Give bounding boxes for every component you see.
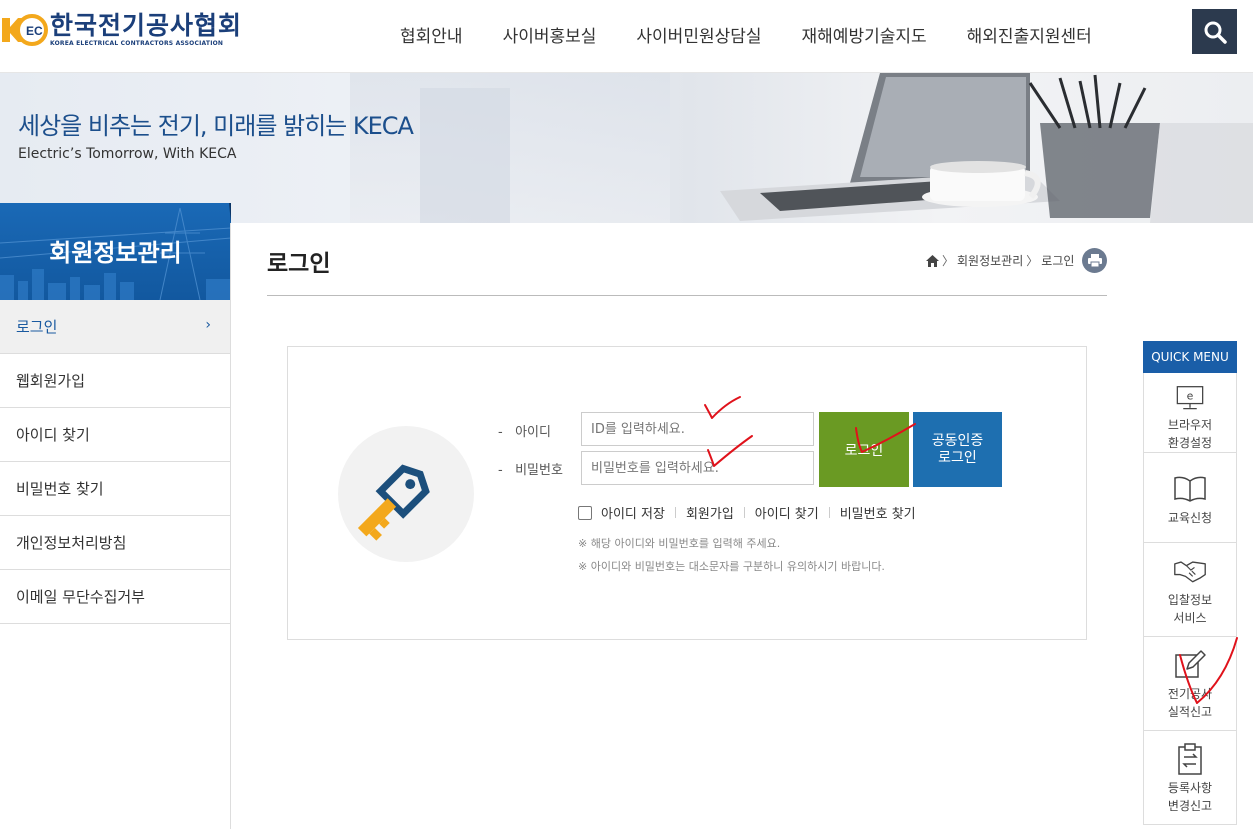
sidebar-title: 회원정보관리 — [0, 203, 231, 300]
sidebar-item-label: 아이디 찾기 — [16, 426, 90, 444]
password-label: - 비밀번호 — [498, 463, 563, 478]
cert-button-line1: 공동인증 — [931, 432, 984, 449]
sidebar-item-privacy[interactable]: 개인정보처리방침 — [0, 516, 231, 570]
quick-item-education[interactable]: 교육신청 — [1143, 453, 1237, 543]
login-panel: - 아이디 - 비밀번호 로그인 공동인증 로그인 아이디 저장 회원가입 아이… — [287, 346, 1087, 640]
save-id-checkbox[interactable] — [578, 505, 592, 520]
key-icon — [357, 464, 430, 541]
sidebar-divider — [230, 223, 231, 829]
print-button[interactable] — [1082, 248, 1107, 273]
quick-item-registration-change[interactable]: 등록사항 변경신고 — [1143, 731, 1237, 825]
book-icon — [1174, 476, 1206, 502]
signup-link[interactable]: 회원가입 — [686, 503, 734, 522]
handshake-icon — [1174, 561, 1206, 583]
quick-item-browser-settings[interactable]: e 브라우저 환경설정 — [1143, 373, 1237, 453]
password-input[interactable] — [581, 451, 814, 485]
sidebar-title-text: 회원정보관리 — [49, 239, 182, 267]
quick-item-label: 입찰정보 서비스 — [1167, 593, 1213, 625]
login-button[interactable]: 로그인 — [819, 412, 909, 487]
quick-menu-title: QUICK MENU — [1143, 341, 1237, 373]
logo-korean: 한국전기공사협회 — [50, 11, 243, 40]
nav-about[interactable]: 협회안내 — [400, 22, 463, 47]
quick-item-label: 전기공사 실적신고 — [1167, 687, 1213, 719]
sidebar-menu: 로그인 › 웹회원가입 아이디 찾기 비밀번호 찾기 개인정보처리방침 이메일 … — [0, 300, 231, 624]
page: EC 한국전기공사협회 KOREA ELECTRICAL CONTRACTORS… — [0, 0, 1253, 829]
login-options: 아이디 저장 회원가입 아이디 찾기 비밀번호 찾기 — [578, 503, 916, 522]
save-id-label[interactable]: 아이디 저장 — [601, 503, 665, 522]
key-illustration — [338, 426, 474, 562]
banner-title: 세상을 비추는 전기, 미래를 밝히는 KECA — [18, 112, 414, 140]
quick-item-label: 교육신청 — [1167, 511, 1213, 525]
laptop-illustration — [720, 73, 1253, 223]
banner-background-binder — [420, 88, 510, 223]
sidebar-item-label: 개인정보처리방침 — [16, 534, 127, 552]
quick-item-label: 브라우저 환경설정 — [1167, 418, 1213, 450]
site-logo[interactable]: EC 한국전기공사협회 KOREA ELECTRICAL CONTRACTORS… — [0, 12, 242, 48]
chevron-right-icon: › — [205, 317, 211, 333]
quick-item-label: 등록사항 변경신고 — [1167, 781, 1213, 813]
banner-subtitle: Electric’s Tomorrow, With KECA — [18, 146, 237, 162]
title-divider — [267, 295, 1107, 296]
page-title: 로그인 — [267, 251, 331, 277]
header: EC 한국전기공사협회 KOREA ELECTRICAL CONTRACTORS… — [0, 0, 1253, 73]
sidebar-item-label: 웹회원가입 — [16, 372, 86, 390]
quick-item-bid-info[interactable]: 입찰정보 서비스 — [1143, 543, 1237, 637]
main-nav: 협회안내 사이버홍보실 사이버민원상담실 재해예방기술지도 해외진출지원센터 — [380, 22, 1112, 47]
sidebar-item-email-refusal[interactable]: 이메일 무단수집거부 — [0, 570, 231, 624]
nav-overseas[interactable]: 해외진출지원센터 — [967, 22, 1092, 47]
sidebar-item-login[interactable]: 로그인 › — [0, 300, 231, 354]
sidebar-item-find-id[interactable]: 아이디 찾기 — [0, 408, 231, 462]
breadcrumb-current: 로그인 — [1041, 254, 1075, 268]
nav-pr[interactable]: 사이버홍보실 — [503, 22, 597, 47]
breadcrumb-section[interactable]: 회원정보관리 — [957, 252, 1023, 269]
edit-icon — [1175, 650, 1206, 678]
home-icon[interactable] — [926, 254, 939, 267]
nav-civil[interactable]: 사이버민원상담실 — [636, 22, 761, 47]
certificate-login-button[interactable]: 공동인증 로그인 — [913, 412, 1002, 487]
clipboard-icon — [1178, 743, 1202, 775]
cert-button-line2: 로그인 — [938, 449, 977, 466]
quick-item-performance-report[interactable]: 전기공사 실적신고 — [1143, 637, 1237, 731]
printer-icon — [1087, 254, 1102, 267]
login-note-2: ※ 아이디와 비밀번호는 대소문자를 구분하니 유의하시기 바랍니다. — [578, 560, 885, 573]
search-button[interactable] — [1192, 9, 1237, 54]
browser-settings-icon: e — [1176, 386, 1204, 410]
sidebar-item-signup[interactable]: 웹회원가입 — [0, 354, 231, 408]
login-note-1: ※ 해당 아이디와 비밀번호를 입력해 주세요. — [578, 537, 781, 550]
top-banner: 세상을 비추는 전기, 미래를 밝히는 KECA Electric’s Tomo… — [0, 73, 1253, 223]
svg-text:EC: EC — [26, 24, 43, 38]
breadcrumb: 〉 회원정보관리 〉 로그인 — [926, 252, 1074, 269]
sidebar-item-label: 이메일 무단수집거부 — [16, 588, 145, 606]
id-input[interactable] — [581, 412, 814, 446]
keca-logo-mark: EC — [0, 12, 48, 48]
svg-text:e: e — [1187, 389, 1194, 402]
search-icon — [1204, 21, 1227, 44]
find-password-link[interactable]: 비밀번호 찾기 — [840, 503, 916, 522]
banner-background-shelf — [350, 73, 670, 223]
sidebar-item-label: 로그인 — [16, 318, 58, 336]
find-id-link[interactable]: 아이디 찾기 — [755, 503, 819, 522]
id-label: - 아이디 — [498, 425, 551, 440]
sidebar-item-label: 비밀번호 찾기 — [16, 480, 104, 498]
nav-safety[interactable]: 재해예방기술지도 — [802, 22, 927, 47]
quick-menu: QUICK MENU e 브라우저 환경설정 교육신청 입찰정보 서비스 전기공… — [1143, 341, 1237, 829]
sidebar-item-find-password[interactable]: 비밀번호 찾기 — [0, 462, 231, 516]
logo-english: KOREA ELECTRICAL CONTRACTORS ASSOCIATION — [50, 40, 224, 47]
